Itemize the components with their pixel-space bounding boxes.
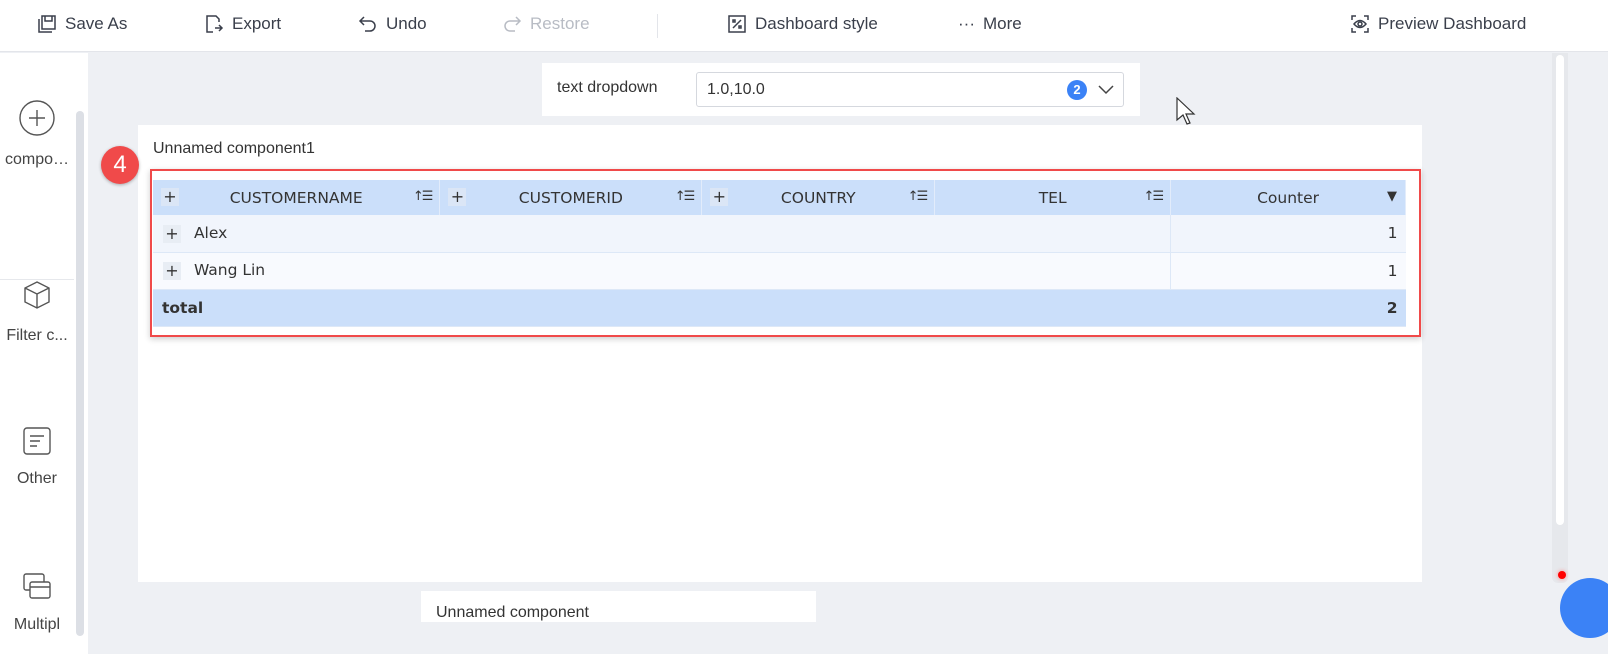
sidebar-scrollbar[interactable]	[76, 111, 84, 636]
assistant-float-button[interactable]	[1560, 578, 1608, 638]
windows-icon	[23, 573, 51, 599]
column-header[interactable]: TEL ↑☰	[934, 180, 1172, 215]
chevron-down-icon	[1098, 85, 1114, 95]
row-name: Alex	[193, 224, 228, 242]
table-row: + Alex 1	[153, 215, 1406, 253]
sort-icon[interactable]: ↑☰	[413, 189, 433, 204]
redo-icon	[504, 16, 522, 32]
sort-icon[interactable]: ↑☰	[908, 189, 928, 204]
restore-label: Restore	[530, 14, 590, 33]
expand-icon[interactable]: +	[161, 188, 179, 206]
sort-icon[interactable]: ↑☰	[675, 189, 695, 204]
filter-select[interactable]: 1.0,10.0 2	[696, 72, 1124, 107]
sort-icon[interactable]: ↑☰	[1144, 189, 1164, 204]
column-header[interactable]: + CUSTOMERNAME ↑☰	[153, 180, 441, 215]
more-icon: ···	[958, 14, 975, 33]
more-button[interactable]: ··· More	[958, 14, 1022, 34]
expand-icon[interactable]: +	[163, 261, 181, 280]
column-label: Counter	[1257, 188, 1320, 207]
text-dropdown-filter: text dropdown 1.0,10.0 2	[542, 63, 1140, 116]
sidebar-item-other[interactable]: Other	[0, 426, 74, 488]
column-label: CUSTOMERNAME	[229, 188, 363, 207]
bottom-component[interactable]: Unnamed component	[421, 591, 816, 622]
mouse-cursor-icon	[1176, 97, 1196, 125]
notification-dot	[1558, 571, 1566, 579]
pivot-table: + CUSTOMERNAME ↑☰ + CUSTOMERID ↑☰ + COUNTRY ↑☰…	[153, 180, 1406, 327]
expand-icon[interactable]: +	[710, 188, 729, 206]
component-title: Unnamed component	[436, 604, 589, 621]
row-name: Wang Lin	[193, 261, 266, 280]
sidebar-item-label: Other	[16, 470, 57, 487]
cube-icon	[24, 281, 50, 309]
dashboard-style-label: Dashboard style	[755, 14, 878, 33]
column-header[interactable]: + COUNTRY ↑☰	[701, 180, 936, 215]
counter-value: 1	[1170, 252, 1406, 290]
save-as-button[interactable]: Save As	[37, 14, 127, 34]
sidebar-item-multiple[interactable]: Multipl	[0, 572, 74, 634]
column-label: TEL	[1038, 188, 1067, 207]
expand-icon[interactable]: +	[448, 188, 467, 206]
table-row: + Wang Lin 1	[153, 252, 1406, 290]
filter-value: 1.0,10.0	[707, 81, 765, 98]
restore-button[interactable]: Restore	[502, 14, 590, 34]
component-title: Unnamed component1	[153, 140, 315, 157]
filter-label: text dropdown	[557, 79, 658, 96]
total-row: total 2	[153, 289, 1406, 327]
save-as-label: Save As	[65, 14, 128, 33]
undo-label: Undo	[386, 14, 427, 33]
total-value: 2	[1170, 289, 1406, 327]
counter-value: 1	[1170, 215, 1406, 253]
palette-icon	[728, 15, 746, 33]
eye-icon	[1351, 15, 1369, 33]
add-circle-icon	[19, 100, 55, 136]
text-box-icon	[23, 427, 51, 455]
toolbar: Save As Export Undo Restore Dashboard st…	[0, 0, 1608, 52]
canvas-scrollbar[interactable]	[1552, 53, 1568, 583]
preview-label: Preview Dashboard	[1378, 14, 1527, 33]
sidebar-item-label: compo…	[4, 151, 70, 168]
total-label: total	[153, 289, 1171, 327]
column-header[interactable]: + CUSTOMERID ↑☰	[439, 180, 703, 215]
export-button[interactable]: Export	[204, 14, 281, 34]
undo-button[interactable]: Undo	[358, 14, 427, 34]
sidebar-item-filter[interactable]: Filter c...	[0, 279, 74, 345]
column-label: CUSTOMERID	[518, 188, 623, 207]
table-header-row: + CUSTOMERNAME ↑☰ + CUSTOMERID ↑☰ + COUNTRY ↑☰…	[153, 180, 1406, 215]
sidebar: compo… Filter c... Other Multipl	[0, 53, 88, 654]
undo-icon	[358, 16, 376, 32]
export-icon	[206, 15, 224, 33]
save-icon	[38, 15, 56, 33]
column-header[interactable]: Counter ▼	[1170, 180, 1406, 215]
dashboard-style-button[interactable]: Dashboard style	[727, 14, 878, 34]
sidebar-item-component[interactable]: compo…	[0, 99, 74, 169]
preview-dashboard-button[interactable]: Preview Dashboard	[1350, 14, 1526, 34]
caret-down-icon[interactable]: ▼	[1387, 189, 1397, 204]
sidebar-item-label: Multipl	[13, 616, 61, 633]
expand-icon[interactable]: +	[163, 224, 181, 243]
export-label: Export	[232, 14, 282, 33]
selected-count-badge: 2	[1067, 80, 1087, 100]
more-label: More	[982, 14, 1022, 33]
sidebar-item-label: Filter c...	[6, 327, 68, 344]
step-number-badge: 4	[101, 146, 139, 184]
toolbar-divider	[657, 14, 658, 38]
column-label: COUNTRY	[780, 188, 856, 207]
scrollbar-thumb[interactable]	[1556, 55, 1564, 525]
